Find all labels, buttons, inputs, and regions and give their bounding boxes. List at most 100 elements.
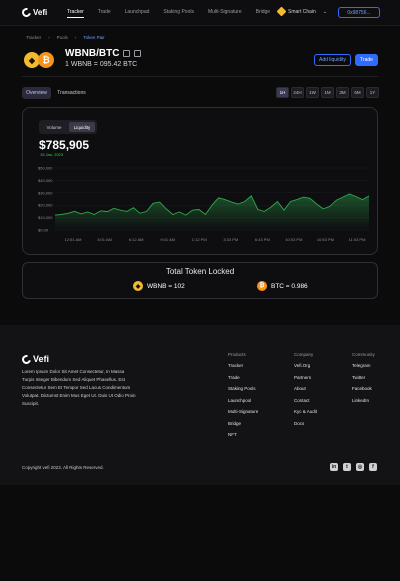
logo[interactable]: Vefi <box>20 6 48 19</box>
footer-link[interactable]: Tracker <box>228 363 258 369</box>
footer-link[interactable]: Partners <box>294 375 317 381</box>
pair-icons: ◆ ₿ <box>24 52 54 68</box>
vefi-logo-icon <box>20 352 33 366</box>
footer-logo-text: Vefi <box>33 354 50 364</box>
twitter-icon[interactable]: t <box>343 463 351 471</box>
footer-col-title: Company <box>294 352 314 357</box>
nav-links: Tracker Trade Launchpad Staking Pools Mu… <box>67 9 270 18</box>
trade-button[interactable]: Trade <box>355 54 378 66</box>
footer-link[interactable]: Launchpool <box>228 398 258 404</box>
footer-link[interactable]: Multi-Signature <box>228 409 258 415</box>
time-range-selector: 1H 24H 1W 1M 3M 6M 1Y <box>276 87 379 98</box>
linkedin-icon[interactable]: in <box>330 463 338 471</box>
footer-link[interactable]: Vefi.Org <box>294 363 317 369</box>
footer-link[interactable]: Twitter <box>352 375 375 381</box>
range-1w[interactable]: 1W <box>306 87 319 98</box>
nav-multi-signature[interactable]: Multi-Signature <box>208 9 242 18</box>
x-tick-label: 1:12 PM <box>192 237 207 242</box>
nav-staking-pools[interactable]: Staking Pools <box>163 9 194 18</box>
x-tick-label: 3:33 PM <box>223 237 238 242</box>
footer-col-products: Products Tracker Trade Staking Pools Lau… <box>228 352 258 444</box>
footer-description: Lorem Ipsum Dolor Sit Amet Consectetur, … <box>22 369 136 406</box>
tab-overview[interactable]: Overview <box>22 87 51 99</box>
divider <box>22 76 378 77</box>
footer-col-title: Community <box>352 352 375 357</box>
footer-link[interactable]: Kyc & Audit <box>294 409 317 415</box>
x-tick-label: 12:51 AM <box>65 237 82 242</box>
footer-link[interactable]: Docs <box>294 421 317 427</box>
facebook-icon[interactable]: f <box>369 463 377 471</box>
chart-card: Volume Liquidity $785,905 15 Jan, 2023 $… <box>22 107 378 255</box>
footer-col-community: Community Telegram Twitter Facebook Link… <box>352 352 375 409</box>
total-locked-card: Total Token Locked ◆ WBNB = 102 ₿ BTC = … <box>22 262 378 299</box>
social-links: in t ◎ f <box>330 463 377 471</box>
total-locked-title: Total Token Locked <box>165 267 235 276</box>
tvl-btc-value: BTC = 0.986 <box>271 282 308 290</box>
y-tick-label: $50,000 <box>38 166 53 171</box>
tvl-btc: ₿ BTC = 0.986 <box>257 281 308 291</box>
footer-link[interactable]: About <box>294 386 317 392</box>
breadcrumb-current: Token Pair <box>83 35 105 40</box>
external-link-icon[interactable] <box>123 50 131 57</box>
nav-bridge[interactable]: Bridge <box>256 9 270 18</box>
wallet-button[interactable]: 0x98756... <box>338 7 380 18</box>
y-tick-label: $40,000 <box>38 178 53 183</box>
footer-link[interactable]: NFT <box>228 432 258 438</box>
nav-launchpad[interactable]: Launchpad <box>125 9 150 18</box>
range-1h[interactable]: 1H <box>276 87 289 98</box>
range-1y[interactable]: 1Y <box>366 87 379 98</box>
nav-trade[interactable]: Trade <box>98 9 111 18</box>
instagram-icon[interactable]: ◎ <box>356 463 364 471</box>
tvl-wbnb-value: WBNB = 102 <box>147 282 185 290</box>
tab-transactions[interactable]: Transactions <box>55 87 88 99</box>
logo-text: Vefi <box>33 8 48 17</box>
series-area <box>55 194 369 230</box>
liquidity-chart: $50,000 $40,000 $30,000 $20,000 $10,000 $0.00… <box>38 166 370 242</box>
add-liquidity-button[interactable]: Add liquidity <box>314 54 351 66</box>
x-tick-label: 6:43 PM <box>255 237 270 242</box>
range-24h[interactable]: 24H <box>291 87 304 98</box>
pair-rate: 1 WBNB = 095.42 BTC <box>65 61 138 68</box>
footer-link[interactable]: Bridge <box>228 421 258 427</box>
y-tick-label: $20,000 <box>38 203 53 208</box>
footer-col-title: Products <box>228 352 246 357</box>
y-tick-label: $0.00 <box>38 228 49 233</box>
wbnb-icon: ◆ <box>133 281 143 291</box>
nav-tracker[interactable]: Tracker <box>67 9 84 18</box>
vefi-logo-icon <box>20 6 33 19</box>
range-6m[interactable]: 6M <box>351 87 364 98</box>
breadcrumb-tracker[interactable]: Tracker <box>26 35 41 40</box>
btc-icon: ₿ <box>38 52 54 68</box>
footer-link[interactable]: Contact <box>294 398 317 404</box>
x-tick-label: 9:01 AM <box>160 237 175 242</box>
footer-col-company: Company Vefi.Org Partners About Contact … <box>294 352 317 432</box>
range-3m[interactable]: 3M <box>336 87 349 98</box>
x-tick-label: 3:01 AM <box>97 237 112 242</box>
footer-link[interactable]: Trade <box>228 375 258 381</box>
top-navbar: Vefi Tracker Trade Launchpad Staking Poo… <box>0 0 400 26</box>
x-tick-label: 11:03 PM <box>349 237 366 242</box>
copyright: Copyright vefi 2023. All Rights Reserved… <box>22 465 104 470</box>
chain-selector[interactable]: Smart Chain ⌄ <box>276 6 327 17</box>
breadcrumb-pools[interactable]: Pools <box>57 35 68 40</box>
chain-name: Smart Chain <box>288 8 316 15</box>
copy-icon[interactable] <box>134 50 142 57</box>
pair-name: WBNB/BTC <box>65 48 120 59</box>
x-tick-label: 10:53 PM <box>317 237 334 242</box>
bnb-chain-icon <box>276 6 287 17</box>
footer-logo[interactable]: Vefi <box>20 352 50 366</box>
pair-title: WBNB/BTC <box>65 48 142 59</box>
chevron-down-icon: ⌄ <box>322 8 327 15</box>
btc-icon: ₿ <box>257 281 267 291</box>
footer-link[interactable]: LinkedIn <box>352 398 375 404</box>
footer-link[interactable]: Telegram <box>352 363 375 369</box>
footer-link[interactable]: Facebook <box>352 386 375 392</box>
range-1m[interactable]: 1M <box>321 87 334 98</box>
chevron-right-icon: › <box>48 35 50 40</box>
tvl-wbnb: ◆ WBNB = 102 <box>133 281 185 291</box>
y-tick-label: $30,000 <box>38 190 53 195</box>
y-tick-label: $10,000 <box>38 215 53 220</box>
footer-link[interactable]: Staking Pools <box>228 386 258 392</box>
x-tick-label: 10:03 PM <box>285 237 302 242</box>
breadcrumb: Tracker › Pools › Token Pair <box>26 35 105 40</box>
